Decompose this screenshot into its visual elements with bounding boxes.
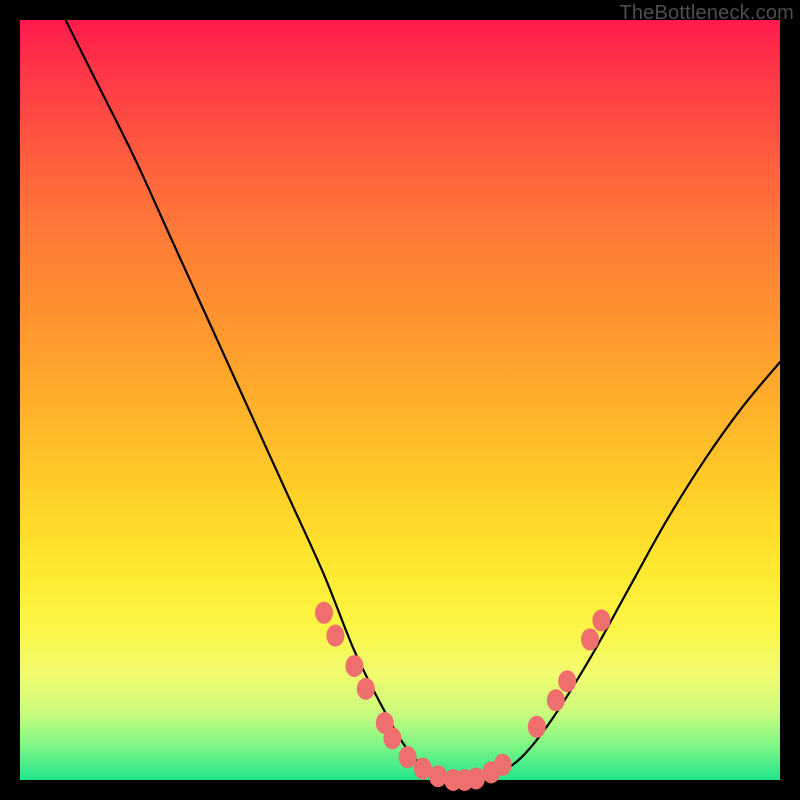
chart-frame: TheBottleneck.com (0, 0, 800, 800)
data-marker (383, 727, 401, 749)
data-marker (592, 609, 610, 631)
data-marker (558, 670, 576, 692)
data-marker (326, 625, 344, 647)
plot-area (20, 20, 780, 780)
data-marker (528, 716, 546, 738)
chart-svg (20, 20, 780, 780)
data-marker (547, 689, 565, 711)
data-marker (581, 628, 599, 650)
watermark-text: TheBottleneck.com (619, 2, 794, 25)
data-marker (315, 602, 333, 624)
bottleneck-curve (66, 20, 780, 781)
data-marker (399, 746, 417, 768)
data-marker (357, 678, 375, 700)
data-marker (429, 765, 447, 787)
data-marker (345, 655, 363, 677)
data-marker (494, 754, 512, 776)
